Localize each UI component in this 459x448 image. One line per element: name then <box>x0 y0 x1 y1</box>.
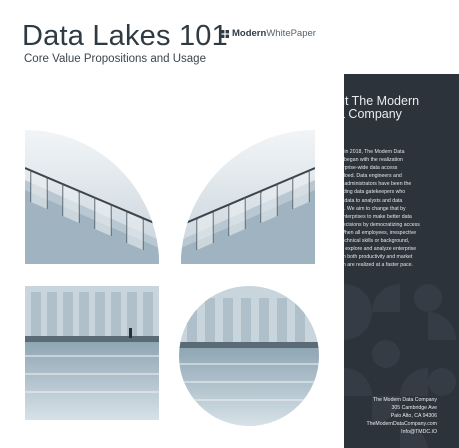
brand-name-part1: Modern <box>232 28 267 39</box>
body-line: nding data gatekeepers who <box>344 189 406 196</box>
company-contact-block: The Modern Data Company 305 Cambridge Av… <box>366 396 437 436</box>
body-line: ts. We aim to change that by <box>344 205 406 212</box>
brand-logo: Modern WhitePaper <box>221 28 316 39</box>
website: TheModernDataCompany.com <box>366 421 437 427</box>
back-heading-line: a Company <box>344 107 402 121</box>
document-subtitle: Core Value Propositions and Usage <box>24 53 206 65</box>
body-line: enterprises to make better data <box>344 213 412 220</box>
body-line: siloed. Data engineers and <box>344 173 402 180</box>
grid-squares-icon <box>221 29 229 38</box>
back-cover-page: ut The Modern a Company d in 2018, The M… <box>344 74 459 448</box>
body-line: d in 2018, The Modern Data <box>344 149 405 155</box>
body-line: technical skills or background, <box>344 238 410 245</box>
body-line: ly explore and analyze enterprise <box>344 246 417 253</box>
body-line: en both productivity and market <box>344 254 413 261</box>
body-line: e administrators have been the <box>344 181 412 188</box>
architecture-photo-quarter-left <box>25 130 159 264</box>
body-line: on are realized at a faster pace. <box>344 262 413 269</box>
city-state-zip: Palo Alto, CA 94306 <box>390 413 437 419</box>
document-title: Data Lakes 101 <box>22 20 228 52</box>
body-line: y began with the realization <box>344 157 403 164</box>
architecture-photo-quarter-right <box>181 130 315 264</box>
reflecting-pool-photo-circle <box>179 286 319 426</box>
brand-name-part2: WhitePaper <box>266 28 316 39</box>
company-name: The Modern Data Company <box>372 397 437 403</box>
body-line: decisions by democratizing access <box>344 221 420 228</box>
reflecting-pool-photo-square <box>25 286 159 420</box>
email: Info@TMDC.IO <box>401 429 437 435</box>
back-cover-heading: ut The Modern a Company <box>344 95 458 121</box>
body-line: d data to analysts and data <box>344 197 403 204</box>
body-line: When all employees, irrespective <box>344 229 417 236</box>
body-line: erprise-wide data access <box>344 165 398 172</box>
back-cover-body: d in 2018, The Modern Data y began with … <box>344 148 456 269</box>
street-address: 305 Cambridge Ave <box>391 405 437 411</box>
